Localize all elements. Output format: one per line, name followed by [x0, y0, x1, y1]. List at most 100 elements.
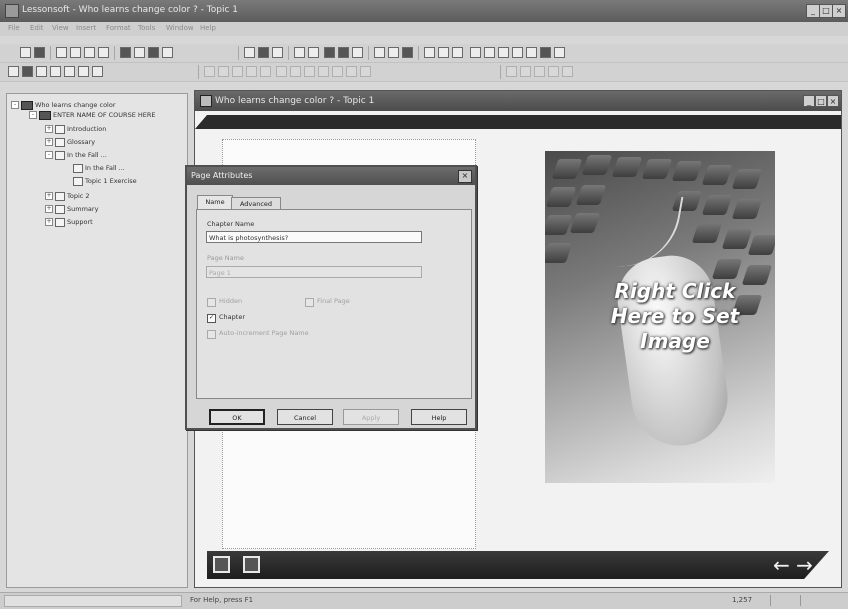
auto-increment-checkbox[interactable] [207, 330, 216, 339]
exit-icon[interactable] [213, 556, 230, 573]
menu-window[interactable]: Window [166, 24, 194, 32]
save-icon[interactable] [34, 47, 45, 58]
send-back-icon[interactable] [520, 66, 531, 77]
properties-icon[interactable] [562, 66, 573, 77]
feedback-icon[interactable] [554, 47, 565, 58]
table-icon[interactable] [374, 47, 385, 58]
align-left-icon[interactable] [290, 66, 301, 77]
italic-icon[interactable] [246, 66, 257, 77]
tree-item[interactable]: Topic 1 Exercise [73, 176, 137, 186]
page-name-field[interactable]: Page 1 [206, 266, 422, 278]
movie-icon[interactable] [258, 47, 269, 58]
menu-edit[interactable]: Edit [30, 24, 44, 32]
menu-help[interactable]: Help [200, 24, 216, 32]
size-icon[interactable] [50, 66, 61, 77]
cancel-button[interactable]: Cancel [277, 409, 333, 425]
ellipse-tool-icon[interactable] [272, 47, 283, 58]
maximize-button[interactable]: □ [819, 4, 833, 18]
cut-icon[interactable] [56, 47, 67, 58]
grid-icon[interactable] [512, 47, 523, 58]
help-icon[interactable] [162, 47, 173, 58]
collapse-icon[interactable]: - [11, 101, 19, 109]
spell-icon[interactable] [218, 66, 229, 77]
chapter-checkbox[interactable]: ✓ [207, 314, 216, 323]
tree-item[interactable]: In the Fall ... [73, 163, 125, 173]
bold-icon[interactable] [232, 66, 243, 77]
new-icon[interactable] [20, 47, 31, 58]
align-center-icon[interactable] [304, 66, 315, 77]
image-placeholder[interactable]: Right Click Here to Set Image [545, 151, 775, 483]
binoculars-icon[interactable] [338, 47, 349, 58]
close-button[interactable]: × [832, 4, 846, 18]
undo-icon[interactable] [346, 66, 357, 77]
copy-icon[interactable] [70, 47, 81, 58]
flag-icon[interactable] [402, 47, 413, 58]
expand-icon[interactable]: + [45, 125, 53, 133]
align-right-icon[interactable] [318, 66, 329, 77]
layer-icon[interactable] [92, 66, 103, 77]
doc-minimize-button[interactable]: _ [803, 95, 815, 107]
align-icon[interactable] [22, 66, 33, 77]
image-icon[interactable] [294, 47, 305, 58]
doc-maximize-button[interactable]: □ [815, 95, 827, 107]
star-icon[interactable] [78, 66, 89, 77]
group-icon[interactable] [64, 66, 75, 77]
print-icon[interactable] [134, 47, 145, 58]
publish-icon[interactable] [120, 47, 131, 58]
tree-item[interactable]: - ENTER NAME OF COURSE HERE [29, 110, 156, 120]
nav-arrows[interactable]: ← → [773, 554, 813, 576]
circle-tool-icon[interactable] [244, 47, 255, 58]
preview-icon[interactable] [98, 47, 109, 58]
expand-icon[interactable]: + [45, 192, 53, 200]
frame-icon[interactable] [388, 47, 399, 58]
tree-item[interactable]: + Topic 2 [45, 191, 90, 201]
zoom-icon[interactable] [204, 66, 215, 77]
animation-icon[interactable] [308, 47, 319, 58]
menu-insert[interactable]: Insert [76, 24, 96, 32]
bullets-icon[interactable] [332, 66, 343, 77]
bring-front-icon[interactable] [506, 66, 517, 77]
hidden-checkbox[interactable] [207, 298, 216, 307]
doc-close-button[interactable]: × [827, 95, 839, 107]
horizontal-scrollbar[interactable] [4, 595, 182, 607]
distribute-icon[interactable] [36, 66, 47, 77]
lock-icon[interactable] [548, 66, 559, 77]
tab-name[interactable]: Name [197, 195, 233, 210]
grid-snap-icon[interactable] [8, 66, 19, 77]
menu-file[interactable]: File [8, 24, 20, 32]
chapter-name-field[interactable]: What is photosynthesis? [206, 231, 422, 243]
collapse-icon[interactable]: - [29, 111, 37, 119]
page-icon[interactable] [424, 47, 435, 58]
course-tree[interactable]: - Who learns change color - ENTER NAME OF … [6, 93, 188, 588]
menu-view[interactable]: View [52, 24, 69, 32]
expand-icon[interactable]: + [45, 218, 53, 226]
tree-item[interactable]: + Introduction [45, 124, 106, 134]
text-color-icon[interactable] [276, 66, 287, 77]
glossary-icon[interactable] [243, 556, 260, 573]
dialog-close-button[interactable]: × [458, 170, 472, 183]
tree-item[interactable]: + Support [45, 217, 93, 227]
marker-icon[interactable] [324, 47, 335, 58]
globe-icon[interactable] [540, 47, 551, 58]
rotate-icon[interactable] [526, 47, 537, 58]
expand-icon[interactable]: + [45, 205, 53, 213]
help-button[interactable]: Help [411, 409, 467, 425]
web-icon[interactable] [148, 47, 159, 58]
link-icon[interactable] [470, 47, 481, 58]
collapse-icon[interactable]: - [45, 151, 53, 159]
quiz-icon[interactable] [452, 47, 463, 58]
menu-format[interactable]: Format [106, 24, 131, 32]
ok-button[interactable]: OK [209, 409, 265, 425]
final-page-checkbox[interactable] [305, 298, 314, 307]
paste-icon[interactable] [84, 47, 95, 58]
tree-item[interactable]: + Glossary [45, 137, 95, 147]
apply-button[interactable]: Apply [343, 409, 399, 425]
redo-icon[interactable] [360, 66, 371, 77]
heart-icon[interactable] [484, 47, 495, 58]
underline-icon[interactable] [260, 66, 271, 77]
menu-tools[interactable]: Tools [138, 24, 155, 32]
hotspot-icon[interactable] [352, 47, 363, 58]
tree-item[interactable]: - In the Fall ... [45, 150, 107, 160]
question-icon[interactable] [438, 47, 449, 58]
tree-item[interactable]: + Summary [45, 204, 98, 214]
